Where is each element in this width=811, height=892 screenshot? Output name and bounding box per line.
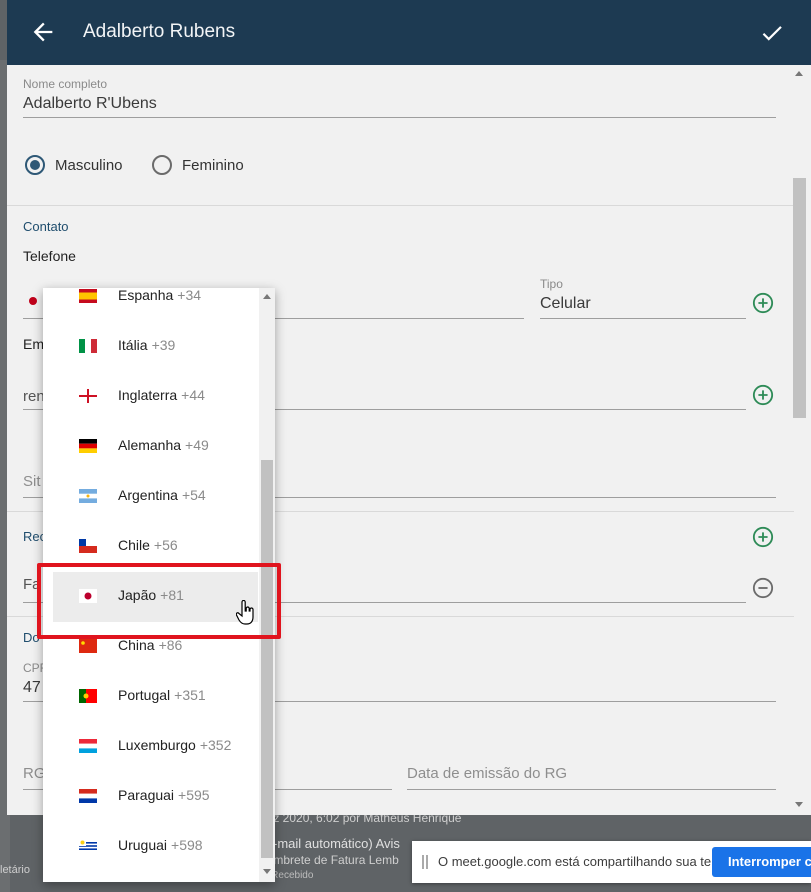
remove-item-icon[interactable]: [752, 577, 774, 599]
country-option[interactable]: Paraguai +595: [43, 772, 259, 822]
dialog-title: Adalberto Rubens: [83, 21, 236, 42]
country-option[interactable]: Alemanha +49: [43, 422, 259, 472]
back-arrow-icon[interactable]: [29, 18, 57, 46]
dialog-scrollbar-thumb[interactable]: [793, 178, 806, 418]
country-option-label: Chile +56: [118, 537, 178, 553]
country-option[interactable]: Argentina +54: [43, 472, 259, 522]
country-option-label: Portugal +351: [118, 687, 206, 703]
country-option[interactable]: Uruguai +598: [43, 822, 259, 872]
country-option-label: Alemanha +49: [118, 437, 209, 453]
site-input[interactable]: Sit: [23, 473, 41, 490]
country-option-label: Espanha +34: [118, 288, 202, 303]
spain-flag-icon: [79, 289, 97, 303]
country-option[interactable]: Luxemburgo +352: [43, 722, 259, 772]
radio-feminino-label[interactable]: Feminino: [182, 157, 244, 174]
add-email-icon[interactable]: [752, 384, 774, 406]
email-label: Em: [23, 336, 44, 352]
phone-type-select[interactable]: Celular: [540, 295, 591, 313]
italy-flag-icon: [79, 339, 97, 353]
section-divider: [7, 205, 794, 206]
paraguay-flag-icon: [79, 789, 97, 803]
dropdown-scroll-down-icon[interactable]: [263, 869, 271, 874]
chile-flag-icon: [79, 539, 97, 553]
add-phone-icon[interactable]: [752, 292, 774, 314]
radio-masculino-label[interactable]: Masculino: [55, 157, 123, 174]
full-name-label: Nome completo: [23, 77, 108, 91]
background-line: Lembrete de Fatura Lemb: [260, 853, 399, 867]
phone-type-label: Tipo: [540, 277, 563, 291]
hand-pointer-cursor-icon: [236, 600, 254, 625]
country-option[interactable]: Inglaterra +44: [43, 372, 259, 422]
background-line: ✓ Recebido: [260, 870, 314, 881]
country-option[interactable]: Itália +39: [43, 322, 259, 372]
dropdown-scroll-up-icon[interactable]: [263, 294, 271, 299]
confirm-check-icon[interactable]: [759, 20, 785, 46]
germany-flag-icon: [79, 439, 97, 453]
scroll-down-icon[interactable]: [795, 802, 803, 807]
country-option[interactable]: Portugal +351: [43, 672, 259, 722]
dropdown-scrollbar-thumb[interactable]: [261, 460, 273, 858]
country-option-label: Paraguai +595: [118, 787, 210, 803]
argentina-flag-icon: [79, 489, 97, 503]
scroll-up-icon[interactable]: [795, 71, 803, 76]
england-flag-icon: [79, 389, 97, 403]
cpf-input[interactable]: 47: [23, 679, 41, 697]
email-input[interactable]: ren: [23, 388, 45, 405]
luxembourg-flag-icon: [79, 739, 97, 753]
stop-sharing-button[interactable]: Interromper co: [712, 847, 811, 877]
rg-date-input[interactable]: Data de emissão do RG: [407, 765, 567, 782]
country-option-label: Argentina +54: [118, 487, 206, 503]
country-option-label: Luxemburgo +352: [118, 737, 232, 753]
drag-handle-icon[interactable]: [422, 855, 428, 869]
full-name-input[interactable]: Adalberto R'Ubens: [23, 95, 157, 113]
screen-share-banner: O meet.google.com está compartilhando su…: [412, 841, 811, 883]
portugal-flag-icon: [79, 689, 97, 703]
background-line: (E-mail automático) Avis: [260, 836, 400, 851]
phone-type-underline: [540, 318, 746, 319]
radio-masculino[interactable]: [25, 155, 45, 175]
full-name-underline: [23, 117, 776, 118]
country-option-label: China +86: [118, 637, 183, 653]
screen-share-message: O meet.google.com está compartilhando su…: [438, 854, 725, 869]
contact-section-title: Contato: [23, 219, 69, 234]
phone-label: Telefone: [23, 248, 76, 264]
background-email-preview: dez 2020, 6:02 por Matheus Henrique (E-m…: [260, 810, 461, 892]
country-option-label: Itália +39: [118, 337, 176, 353]
china-flag-icon: [79, 639, 97, 653]
background-footer: letário: [0, 864, 30, 876]
country-option[interactable]: Espanha +34: [43, 288, 259, 322]
dialog-header: Adalberto Rubens: [7, 0, 811, 65]
add-item-icon[interactable]: [752, 526, 774, 548]
uruguay-flag-icon: [79, 839, 97, 853]
phone-country-flag-icon[interactable]: [29, 297, 37, 305]
country-option-label: Inglaterra +44: [118, 387, 205, 403]
country-option-label: Uruguai +598: [118, 837, 203, 853]
radio-feminino[interactable]: [152, 155, 172, 175]
rg-date-underline: [407, 789, 776, 790]
